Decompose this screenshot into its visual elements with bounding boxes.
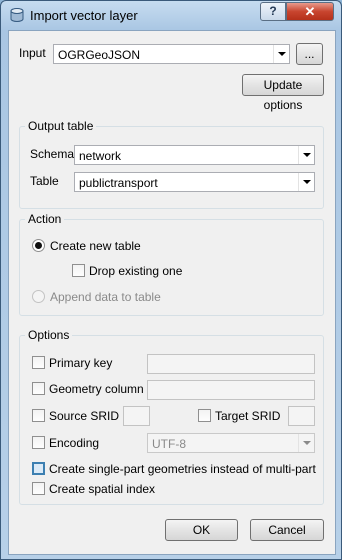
input-combo[interactable]: OGRGeoJSON xyxy=(53,44,290,64)
cancel-button[interactable]: Cancel xyxy=(250,519,324,541)
drop-existing-checkbox[interactable] xyxy=(72,264,85,277)
drop-existing-label[interactable]: Drop existing one xyxy=(89,264,182,278)
chevron-down-icon[interactable] xyxy=(273,45,289,63)
action-group: Action Create new table Drop existing on… xyxy=(19,212,324,316)
single-part-checkbox[interactable] xyxy=(32,462,45,475)
table-combo-value: publictransport xyxy=(79,176,158,190)
output-table-group: Output table Schema network Table public… xyxy=(19,119,324,209)
primary-key-input[interactable] xyxy=(147,354,315,374)
chevron-down-icon[interactable] xyxy=(298,173,314,191)
target-srid-label[interactable]: Target SRID xyxy=(215,409,280,423)
chevron-down-icon[interactable] xyxy=(298,146,314,164)
create-new-table-radio[interactable] xyxy=(32,239,45,252)
action-title: Action xyxy=(25,212,65,226)
help-button[interactable]: ? xyxy=(260,2,286,21)
ok-button[interactable]: OK xyxy=(165,519,238,541)
database-icon xyxy=(10,8,24,22)
encoding-combo[interactable]: UTF-8 xyxy=(147,433,315,453)
input-combo-value: OGRGeoJSON xyxy=(58,48,141,62)
encoding-combo-value: UTF-8 xyxy=(152,437,186,451)
geometry-column-checkbox[interactable] xyxy=(32,382,45,395)
encoding-checkbox[interactable] xyxy=(32,436,45,449)
encoding-label[interactable]: Encoding xyxy=(49,436,99,450)
primary-key-label[interactable]: Primary key xyxy=(49,356,112,370)
single-part-label[interactable]: Create single-part geometries instead of… xyxy=(49,462,316,476)
geometry-column-input[interactable] xyxy=(147,380,315,400)
options-group: Options Primary key Geometry column Sour… xyxy=(19,328,324,505)
target-srid-checkbox[interactable] xyxy=(198,409,211,422)
schema-label: Schema xyxy=(30,147,75,161)
source-srid-label[interactable]: Source SRID xyxy=(49,409,119,423)
source-srid-input[interactable] xyxy=(123,406,150,426)
primary-key-checkbox[interactable] xyxy=(32,356,45,369)
title-bar: Import vector layer ? ✕ xyxy=(1,1,341,29)
output-table-title: Output table xyxy=(25,119,97,133)
dialog-body: Input OGRGeoJSON ... Update options Outp… xyxy=(8,30,336,555)
import-vector-layer-window: Import vector layer ? ✕ Input OGRGeoJSON… xyxy=(0,0,342,560)
chevron-down-icon[interactable] xyxy=(298,434,314,452)
table-label: Table xyxy=(30,174,59,188)
table-combo[interactable]: publictransport xyxy=(74,172,315,192)
source-srid-checkbox[interactable] xyxy=(32,409,45,422)
options-title: Options xyxy=(25,328,73,342)
browse-button[interactable]: ... xyxy=(296,43,323,65)
schema-combo[interactable]: network xyxy=(74,145,315,165)
append-data-radio[interactable] xyxy=(32,290,45,303)
append-data-label[interactable]: Append data to table xyxy=(50,290,161,304)
geometry-column-label[interactable]: Geometry column xyxy=(49,382,144,396)
input-label: Input xyxy=(19,46,46,60)
create-new-table-label[interactable]: Create new table xyxy=(50,239,141,253)
window-title: Import vector layer xyxy=(30,8,138,23)
spatial-index-checkbox[interactable] xyxy=(32,482,45,495)
update-options-button[interactable]: Update options xyxy=(242,74,324,112)
target-srid-input[interactable] xyxy=(288,406,315,426)
close-button[interactable]: ✕ xyxy=(286,2,334,21)
spatial-index-label[interactable]: Create spatial index xyxy=(49,482,155,496)
schema-combo-value: network xyxy=(79,149,122,163)
